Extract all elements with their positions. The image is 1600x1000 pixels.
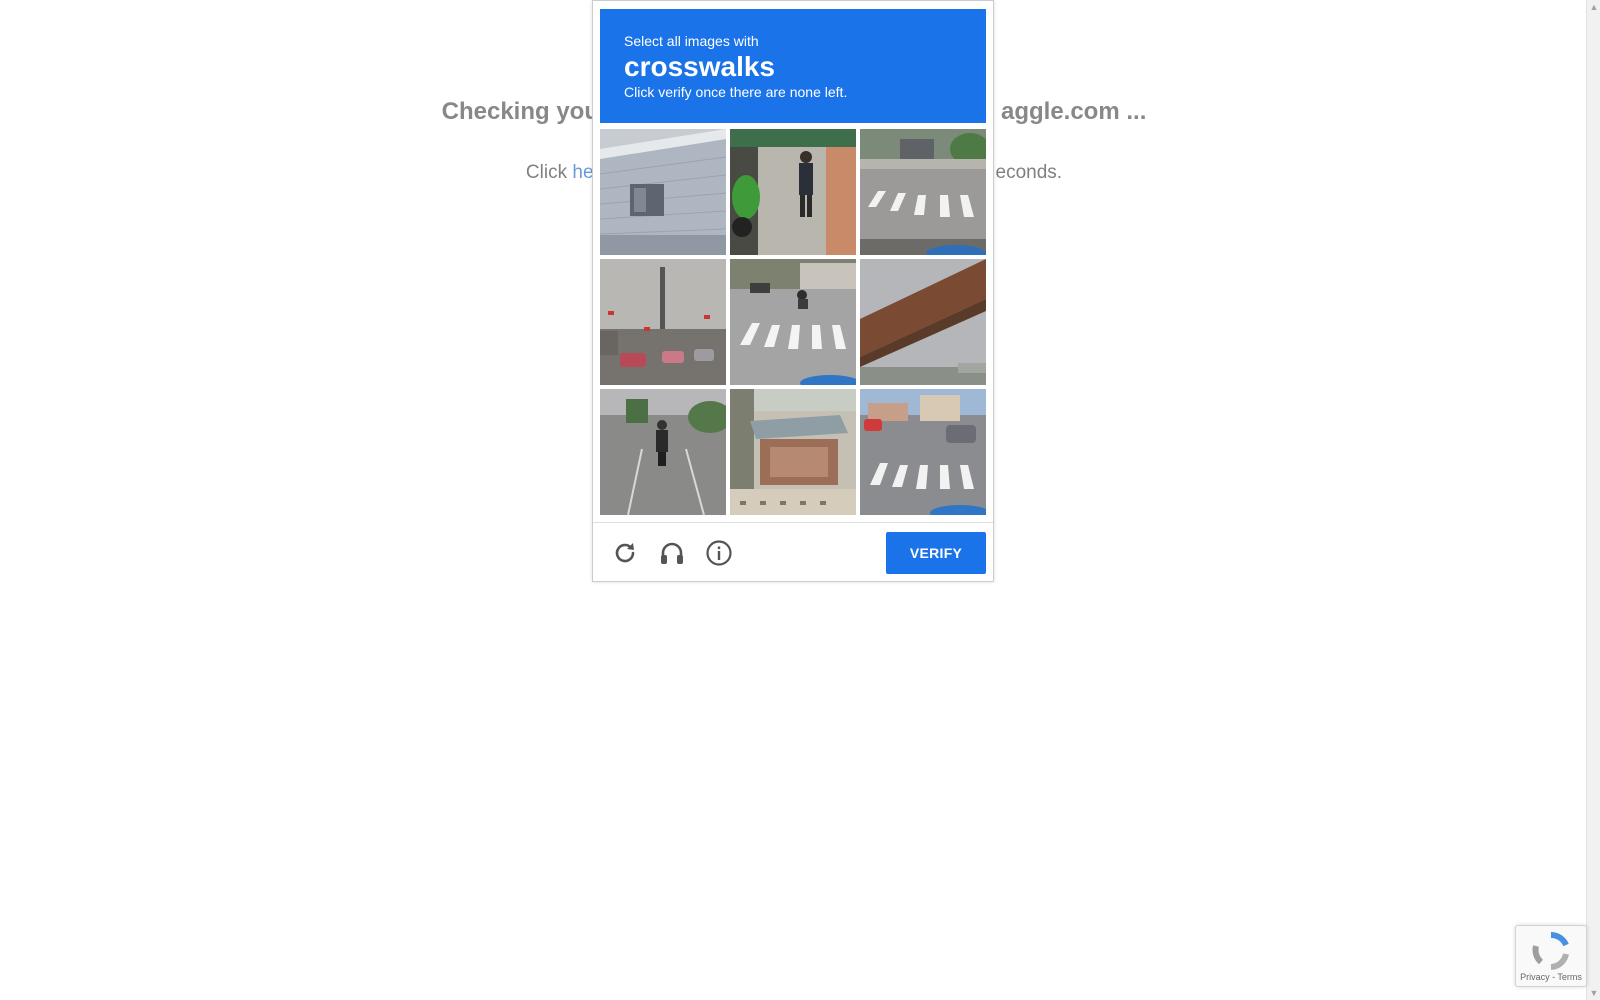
crosswalk-scooter-image bbox=[730, 259, 856, 385]
challenge-instruction: Select all images with bbox=[624, 33, 759, 49]
page-heading-right: aggle.com ... bbox=[1000, 98, 1147, 125]
badge-links[interactable]: Privacy - Terms bbox=[1516, 972, 1586, 982]
image-tile-2[interactable] bbox=[730, 129, 856, 255]
image-grid bbox=[600, 129, 987, 516]
railway-bridge-image bbox=[860, 259, 986, 385]
info-icon[interactable] bbox=[705, 539, 733, 567]
crosswalk-cars-image bbox=[860, 389, 986, 515]
challenge-hint: Click verify once there are none left. bbox=[624, 84, 848, 100]
recaptcha-logo-icon bbox=[1532, 932, 1569, 970]
image-tile-4[interactable] bbox=[600, 259, 726, 385]
image-tile-6[interactable] bbox=[860, 259, 986, 385]
scroll-down-arrow-icon[interactable]: ▼ bbox=[1587, 986, 1600, 1000]
image-tile-3[interactable] bbox=[860, 129, 986, 255]
vertical-scrollbar[interactable]: ▲ ▼ bbox=[1586, 0, 1600, 1000]
recaptcha-badge[interactable]: Privacy - Terms bbox=[1515, 925, 1587, 987]
challenge-header: Select all images with crosswalks Click … bbox=[600, 9, 986, 123]
challenge-target: crosswalks bbox=[624, 51, 775, 82]
page-subtext-suffix: econds. bbox=[995, 162, 1063, 183]
crosswalk-street-image bbox=[860, 129, 986, 255]
page-heading-left: Checking you bbox=[441, 98, 599, 125]
building-facade-image bbox=[600, 129, 726, 255]
scooter-road-image bbox=[600, 389, 726, 515]
image-tile-7[interactable] bbox=[600, 389, 726, 515]
page-subtext-prefix: Click bbox=[525, 162, 568, 183]
image-tile-8[interactable] bbox=[730, 389, 856, 515]
scroll-up-arrow-icon[interactable]: ▲ bbox=[1587, 0, 1600, 14]
captcha-challenge-dialog: Select all images with crosswalks Click … bbox=[592, 0, 994, 582]
reload-icon[interactable] bbox=[611, 539, 639, 567]
person-walking-image bbox=[730, 129, 856, 255]
image-tile-5[interactable] bbox=[730, 259, 856, 385]
footer-divider bbox=[593, 522, 993, 523]
roadside-kiosk-image bbox=[730, 389, 856, 515]
headphones-icon[interactable] bbox=[658, 539, 686, 567]
traffic-lights-image bbox=[600, 259, 726, 385]
verify-button[interactable]: VERIFY bbox=[886, 532, 986, 574]
image-tile-9[interactable] bbox=[860, 389, 986, 515]
image-tile-1[interactable] bbox=[600, 129, 726, 255]
page-subtext-link[interactable]: he bbox=[572, 162, 593, 183]
